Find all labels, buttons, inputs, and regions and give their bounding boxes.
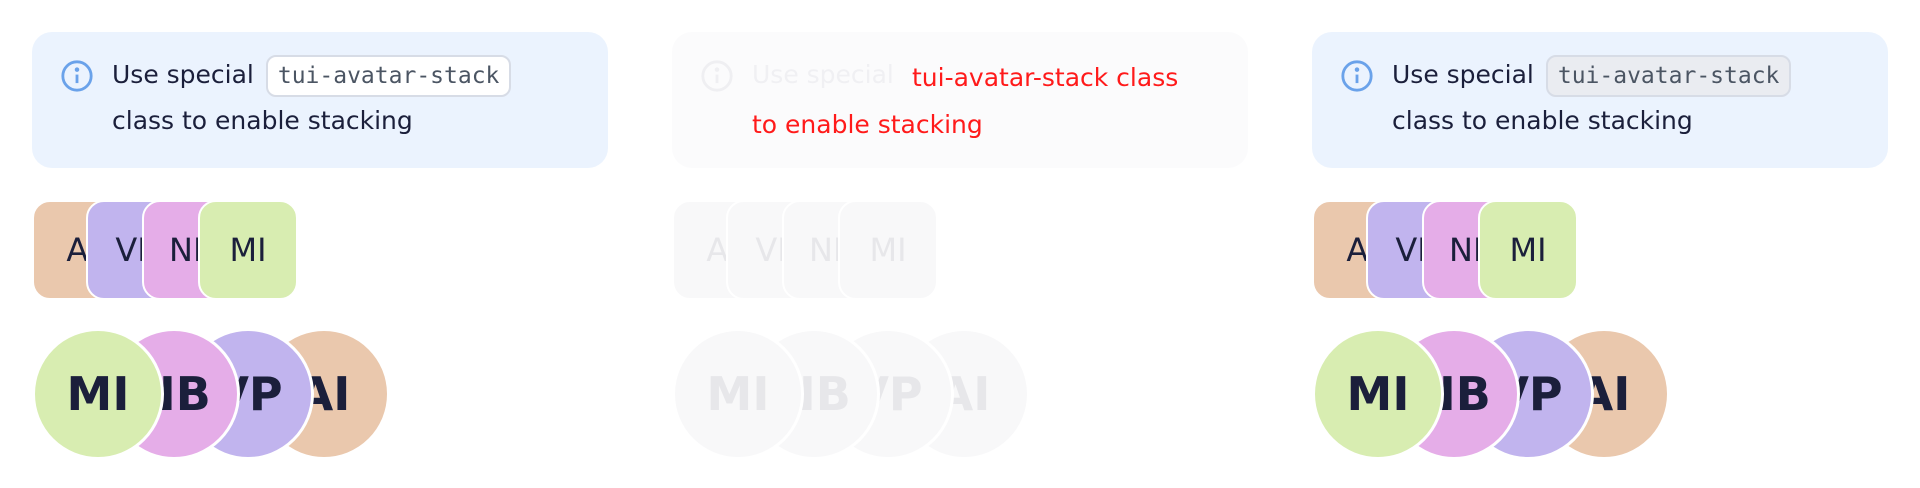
circle-avatar-stack: AI VP NB MI: [672, 328, 1052, 460]
info-circle-icon: [701, 60, 733, 92]
code-snippet: tui-avatar-stack: [1545, 55, 1792, 97]
avatar: MI: [32, 328, 164, 460]
demo-panel-1: Use special tui-avatar-stack class to en…: [0, 0, 640, 488]
avatar: MI: [1312, 328, 1444, 460]
notice-suffix: class to enable stacking: [1392, 106, 1693, 135]
square-avatar-stack: AI VP NB MI: [672, 200, 962, 300]
ghost-text-line-2: to enable stacking: [752, 110, 983, 139]
avatar: MI: [838, 200, 938, 300]
code-snippet: tui-avatar-stack: [265, 55, 512, 97]
ghost-text-line-1: tui-avatar-stack class: [912, 63, 1179, 92]
info-circle-icon: [1341, 60, 1373, 92]
info-circle-icon: [61, 60, 93, 92]
avatar: MI: [198, 200, 298, 300]
notice-prefix: Use special: [752, 60, 894, 89]
demo-panel-3: Use special tui-avatar-stack class to en…: [1280, 0, 1920, 488]
notice-prefix: Use special: [1392, 60, 1534, 89]
demo-panel-2: Use special tui-avatar-stack class to en…: [640, 0, 1280, 488]
info-notification: Use special tui-avatar-stack class to en…: [32, 32, 608, 168]
avatar: MI: [672, 328, 804, 460]
square-avatar-stack: AI VP NB MI: [1312, 200, 1602, 300]
circle-avatar-stack: AI VP NB MI: [32, 328, 412, 460]
avatar: MI: [1478, 200, 1578, 300]
circle-avatar-stack: AI VP NB MI: [1312, 328, 1692, 460]
notice-prefix: Use special: [112, 60, 254, 89]
info-notification: Use special: [672, 32, 1248, 168]
notice-suffix: class to enable stacking: [112, 106, 413, 135]
info-notification: Use special tui-avatar-stack class to en…: [1312, 32, 1888, 168]
square-avatar-stack: AI VP NB MI: [32, 200, 322, 300]
